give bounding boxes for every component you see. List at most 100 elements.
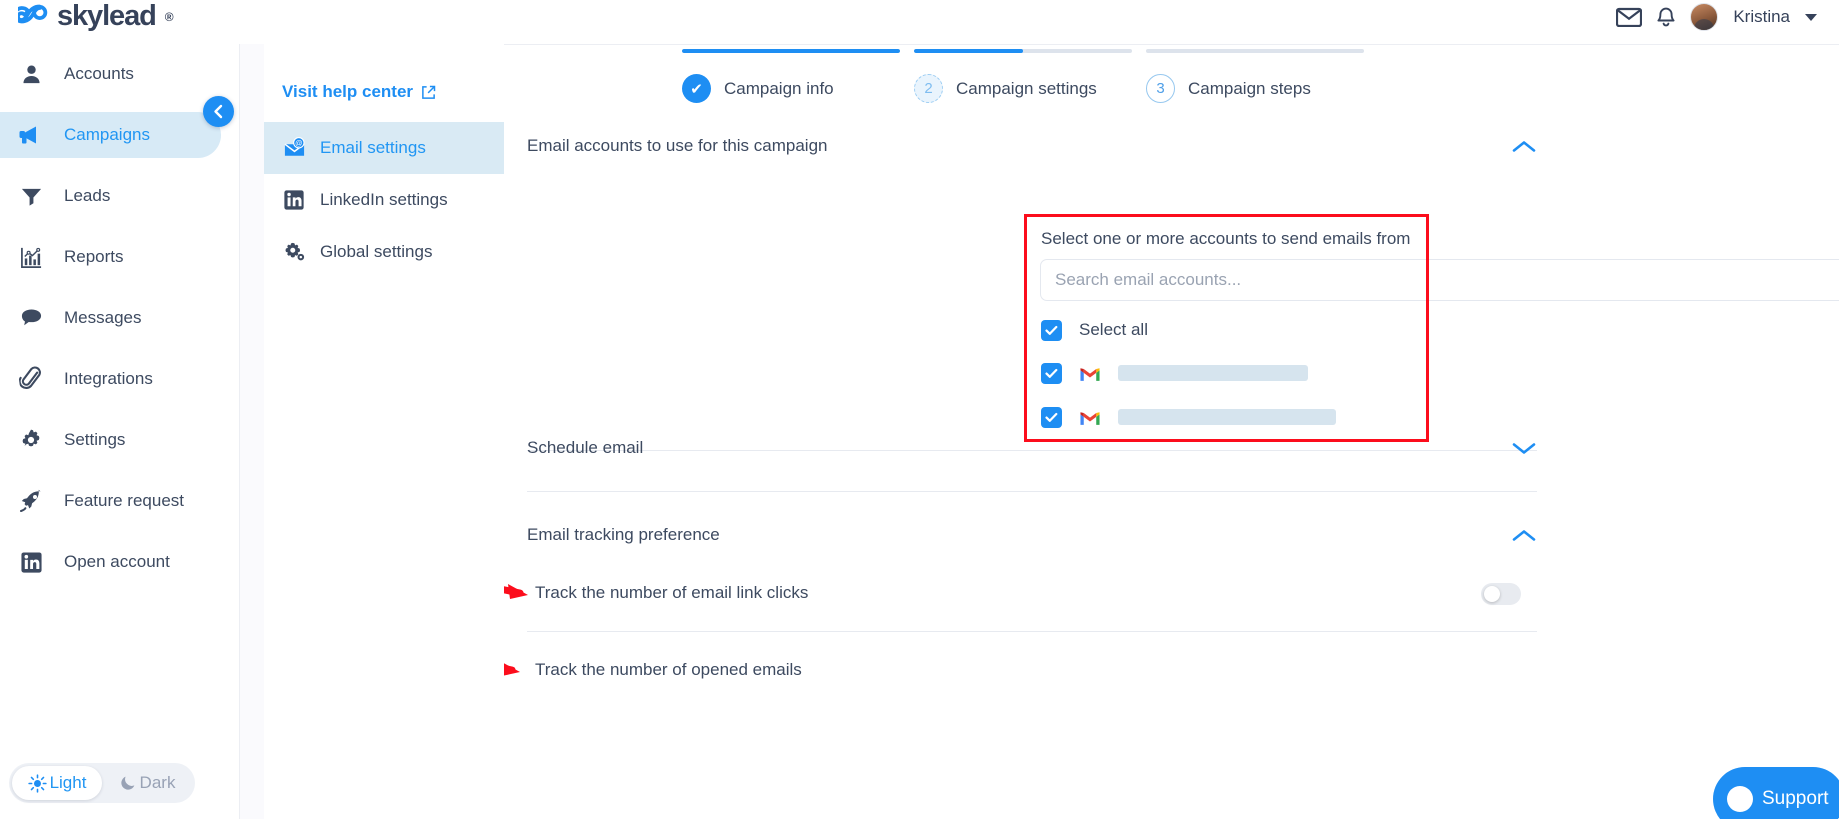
- sidebar-item-label: Reports: [64, 247, 124, 266]
- select-all-row[interactable]: Select all: [1027, 313, 1426, 347]
- sidebar-item-settings[interactable]: Settings: [0, 417, 221, 463]
- person-icon: [18, 61, 44, 87]
- main-content: ✔ Campaign info 2 Campaign settings 3 Ca…: [504, 44, 1839, 819]
- header-actions: Kristina: [1616, 3, 1817, 31]
- moon-icon: [120, 776, 134, 790]
- gmail-icon: [1079, 409, 1101, 426]
- step-campaign-settings[interactable]: 2 Campaign settings: [914, 49, 1132, 103]
- settings-item-linkedin-settings[interactable]: LinkedIn settings: [264, 174, 504, 226]
- chevron-up-icon[interactable]: [1511, 139, 1537, 154]
- step-progress-bar: [914, 49, 1132, 53]
- email-account-row[interactable]: [1027, 356, 1426, 390]
- bar-chart-icon: [18, 244, 44, 270]
- user-name[interactable]: Kristina: [1733, 7, 1790, 27]
- sidebar-item-messages[interactable]: Messages: [0, 295, 221, 341]
- gmail-icon: [1079, 365, 1101, 382]
- bell-icon[interactable]: [1657, 7, 1675, 28]
- envelope-icon[interactable]: [1616, 7, 1643, 27]
- redacted-email-address: [1118, 365, 1308, 381]
- section-header-email-tracking[interactable]: Email tracking preference: [527, 525, 1537, 545]
- sidebar-collapse-button[interactable]: [203, 96, 234, 127]
- gear-icon: [18, 427, 44, 453]
- visit-help-center-link[interactable]: Visit help center: [282, 82, 504, 102]
- megaphone-icon: [18, 122, 44, 148]
- settings-panel: Visit help center @ Email settings Linke…: [264, 44, 504, 819]
- linkedin-icon: [18, 549, 44, 575]
- section-header-email-accounts[interactable]: Email accounts to use for this campaign: [527, 136, 1537, 156]
- brand-registered: ®: [164, 9, 174, 24]
- theme-option-dark[interactable]: Dark: [102, 766, 192, 800]
- sun-icon: [27, 773, 47, 793]
- rocket-icon: [18, 488, 44, 514]
- settings-item-email-settings[interactable]: @ Email settings: [264, 122, 504, 174]
- app-root: skylead ® Kristina Accounts Campaigns Le…: [0, 0, 1839, 819]
- email-accounts-hint: Select one or more accounts to send emai…: [1041, 229, 1411, 248]
- sidebar-nav: Accounts Campaigns Leads Reports Message…: [0, 44, 239, 585]
- brand-logo[interactable]: skylead ®: [18, 0, 174, 33]
- chevron-down-icon[interactable]: [1805, 13, 1817, 21]
- check-icon: [1045, 412, 1058, 422]
- support-button[interactable]: Support: [1713, 767, 1839, 819]
- sidebar-item-feature-request[interactable]: Feature request: [0, 478, 221, 524]
- step-campaign-info[interactable]: ✔ Campaign info: [682, 49, 900, 103]
- section-header-schedule-email[interactable]: Schedule email: [527, 438, 1537, 458]
- theme-option-light[interactable]: Light: [12, 766, 102, 800]
- external-link-icon: [422, 85, 436, 99]
- campaign-stepper: ✔ Campaign info 2 Campaign settings 3 Ca…: [682, 49, 1364, 103]
- step-campaign-steps[interactable]: 3 Campaign steps: [1146, 49, 1364, 103]
- help-link-label: Visit help center: [282, 82, 414, 101]
- section-title: Email accounts to use for this campaign: [527, 136, 828, 155]
- svg-text:@: @: [295, 138, 302, 147]
- tracking-toggle-link-clicks[interactable]: [1481, 583, 1521, 605]
- sidebar-item-accounts[interactable]: Accounts: [0, 51, 221, 97]
- sidebar-item-campaigns[interactable]: Campaigns: [0, 112, 221, 158]
- sidebar: Accounts Campaigns Leads Reports Message…: [0, 44, 240, 819]
- tracking-label-link-clicks: Track the number of email link clicks: [535, 583, 809, 602]
- sidebar-item-label: Accounts: [64, 64, 134, 83]
- email-account-checkbox[interactable]: [1041, 406, 1062, 428]
- avatar[interactable]: [1690, 3, 1719, 31]
- funnel-icon: [18, 183, 44, 209]
- top-bar: skylead ® Kristina: [0, 0, 1839, 44]
- select-all-checkbox[interactable]: [1041, 319, 1062, 341]
- sidebar-item-leads[interactable]: Leads: [0, 173, 221, 219]
- section-divider: [527, 631, 1537, 632]
- check-icon: [1045, 325, 1058, 335]
- sidebar-item-open-account[interactable]: Open account: [0, 539, 221, 585]
- settings-item-label: Global settings: [320, 242, 433, 261]
- section-title: Schedule email: [527, 438, 644, 457]
- brand-name: skylead: [57, 0, 157, 32]
- theme-light-label: Light: [49, 773, 87, 792]
- sidebar-item-reports[interactable]: Reports: [0, 234, 221, 280]
- section-divider: [527, 491, 1537, 492]
- step-progress-bar: [682, 49, 900, 53]
- settings-item-label: LinkedIn settings: [320, 190, 448, 209]
- gear-cog-icon: [282, 240, 306, 264]
- settings-item-label: Email settings: [320, 138, 426, 157]
- sidebar-item-integrations[interactable]: Integrations: [0, 356, 221, 402]
- chat-bubble-icon: [18, 305, 44, 331]
- redacted-email-address: [1118, 409, 1336, 425]
- tracking-label-opened-emails: Track the number of opened emails: [535, 660, 802, 679]
- sidebar-item-label: Feature request: [64, 491, 185, 510]
- chevron-left-icon: [214, 104, 223, 119]
- sidebar-item-label: Messages: [64, 308, 142, 327]
- paperclip-icon: [18, 366, 44, 392]
- settings-item-global-settings[interactable]: Global settings: [264, 226, 504, 278]
- chat-support-icon: [1727, 786, 1753, 812]
- step-badge-number: 2: [914, 74, 943, 103]
- sidebar-item-label: Open account: [64, 552, 170, 571]
- section-title: Email tracking preference: [527, 525, 720, 544]
- step-badge-number: 3: [1146, 74, 1175, 103]
- theme-dark-label: Dark: [139, 773, 176, 792]
- email-account-checkbox[interactable]: [1041, 362, 1062, 384]
- step-progress-bar: [1146, 49, 1364, 53]
- email-account-row[interactable]: [1027, 400, 1426, 434]
- check-icon: [1045, 368, 1058, 378]
- search-email-accounts-input[interactable]: [1040, 259, 1839, 301]
- chevron-down-icon[interactable]: [1511, 441, 1537, 456]
- chevron-up-icon[interactable]: [1511, 528, 1537, 543]
- theme-toggle[interactable]: Light Dark: [9, 763, 195, 803]
- support-label: Support: [1762, 788, 1829, 809]
- sidebar-item-label: Integrations: [64, 369, 153, 388]
